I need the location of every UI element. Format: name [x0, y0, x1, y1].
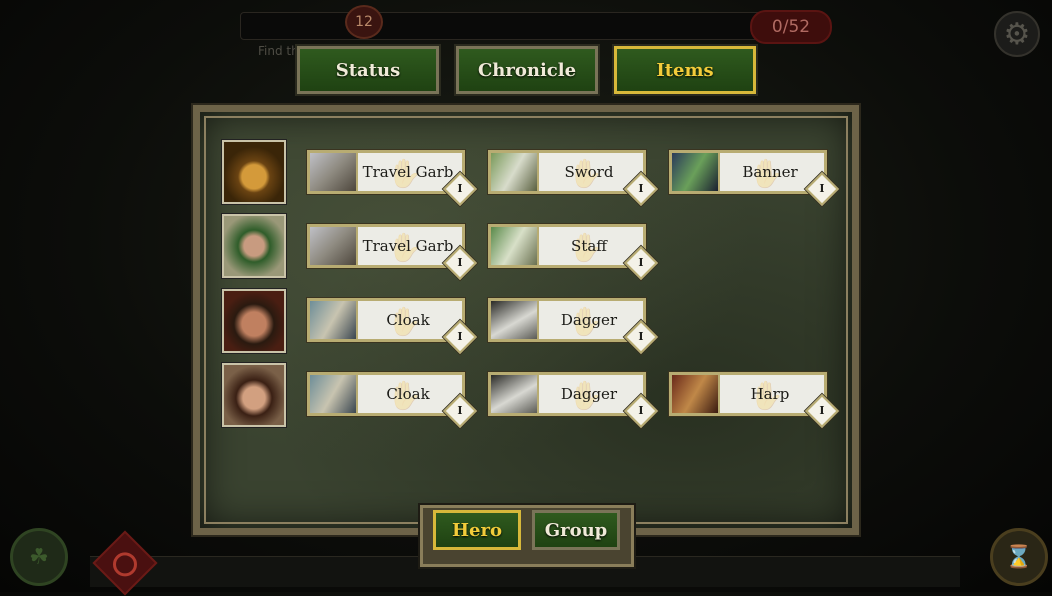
- item-name: Sword: [564, 163, 614, 181]
- staff-icon: [491, 227, 539, 265]
- item-card[interactable]: ✋ Travel Garb I: [307, 150, 477, 206]
- tab-items[interactable]: Items: [612, 44, 758, 96]
- dagger-icon: [491, 301, 539, 339]
- collected-counter: 0/52: [750, 10, 832, 44]
- level-badge: 12: [345, 5, 383, 39]
- tab-status[interactable]: Status: [295, 44, 441, 96]
- travel-garb-icon: [310, 227, 358, 265]
- settings-gear-icon[interactable]: ⚙: [994, 11, 1040, 57]
- dark-hair-hero-portrait[interactable]: [222, 289, 286, 353]
- hooded-hero-portrait[interactable]: [222, 140, 286, 204]
- hourglass-icon[interactable]: ⌛: [990, 528, 1048, 586]
- hero-toggle-button[interactable]: Hero: [433, 510, 521, 550]
- item-card[interactable]: ✋ Dagger I: [488, 298, 658, 354]
- elf-hero-portrait[interactable]: [222, 363, 286, 427]
- sword-icon: [491, 153, 539, 191]
- banner-icon: [672, 153, 720, 191]
- item-name: Cloak: [386, 385, 430, 403]
- harp-icon: [672, 375, 720, 413]
- item-card[interactable]: ✋ Banner I: [669, 150, 839, 206]
- item-name: Harp: [750, 385, 790, 403]
- item-card[interactable]: ✋ Dagger I: [488, 372, 658, 428]
- party-icon[interactable]: ☘: [10, 528, 68, 586]
- item-card[interactable]: ✋ Staff I: [488, 224, 658, 280]
- item-name: Dagger: [560, 311, 618, 329]
- item-card[interactable]: ✋ Harp I: [669, 372, 839, 428]
- group-toggle-button[interactable]: Group: [532, 510, 620, 550]
- green-hood-hero-portrait[interactable]: [222, 214, 286, 278]
- dagger-icon: [491, 375, 539, 413]
- item-card[interactable]: ✋ Sword I: [488, 150, 658, 206]
- item-name: Staff: [571, 237, 607, 255]
- item-name: Cloak: [386, 311, 430, 329]
- item-card[interactable]: ✋ Travel Garb I: [307, 224, 477, 280]
- item-name: Dagger: [560, 385, 618, 403]
- travel-garb-icon: [310, 153, 358, 191]
- item-name: Travel Garb: [362, 237, 454, 255]
- item-card[interactable]: ✋ Cloak I: [307, 298, 477, 354]
- tab-chronicle[interactable]: Chronicle: [454, 44, 600, 96]
- cloak-icon: [310, 375, 358, 413]
- progress-track: [240, 12, 762, 40]
- item-card[interactable]: ✋ Cloak I: [307, 372, 477, 428]
- cloak-icon: [310, 301, 358, 339]
- item-name: Banner: [742, 163, 798, 181]
- hint-text: Find th: [258, 44, 299, 58]
- item-name: Travel Garb: [362, 163, 454, 181]
